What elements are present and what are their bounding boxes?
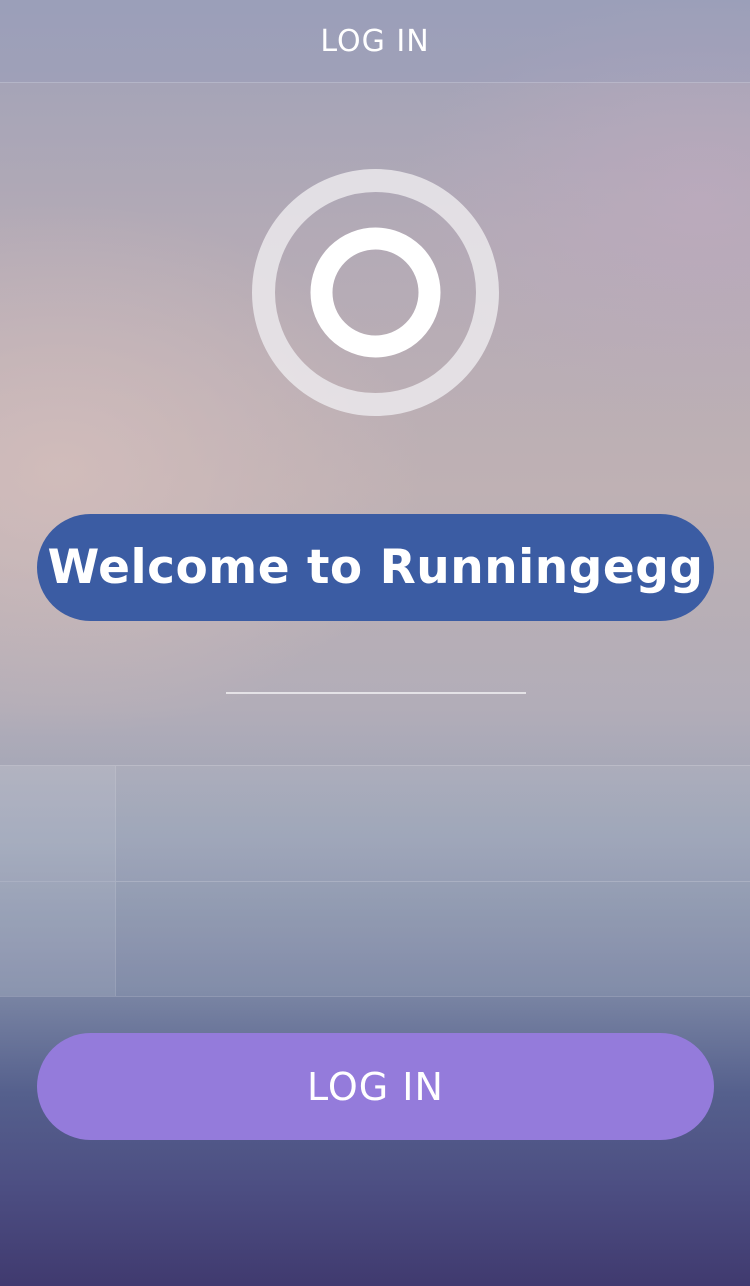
lock-icon	[0, 882, 116, 996]
password-field[interactable]	[0, 881, 750, 997]
password-input[interactable]	[116, 882, 750, 996]
login-button[interactable]: LOG IN	[37, 1033, 714, 1140]
top-bar: LOG IN	[0, 0, 750, 83]
divider	[226, 692, 526, 694]
username-input[interactable]	[116, 766, 750, 881]
page-title: LOG IN	[320, 23, 430, 59]
user-icon	[0, 766, 116, 881]
username-field[interactable]	[0, 765, 750, 881]
welcome-banner: Welcome to Runningegg	[37, 514, 714, 621]
login-button-label: LOG IN	[307, 1064, 444, 1109]
concentric-rings-logo-icon	[252, 169, 499, 416]
welcome-text: Welcome to Runningegg	[47, 540, 704, 595]
